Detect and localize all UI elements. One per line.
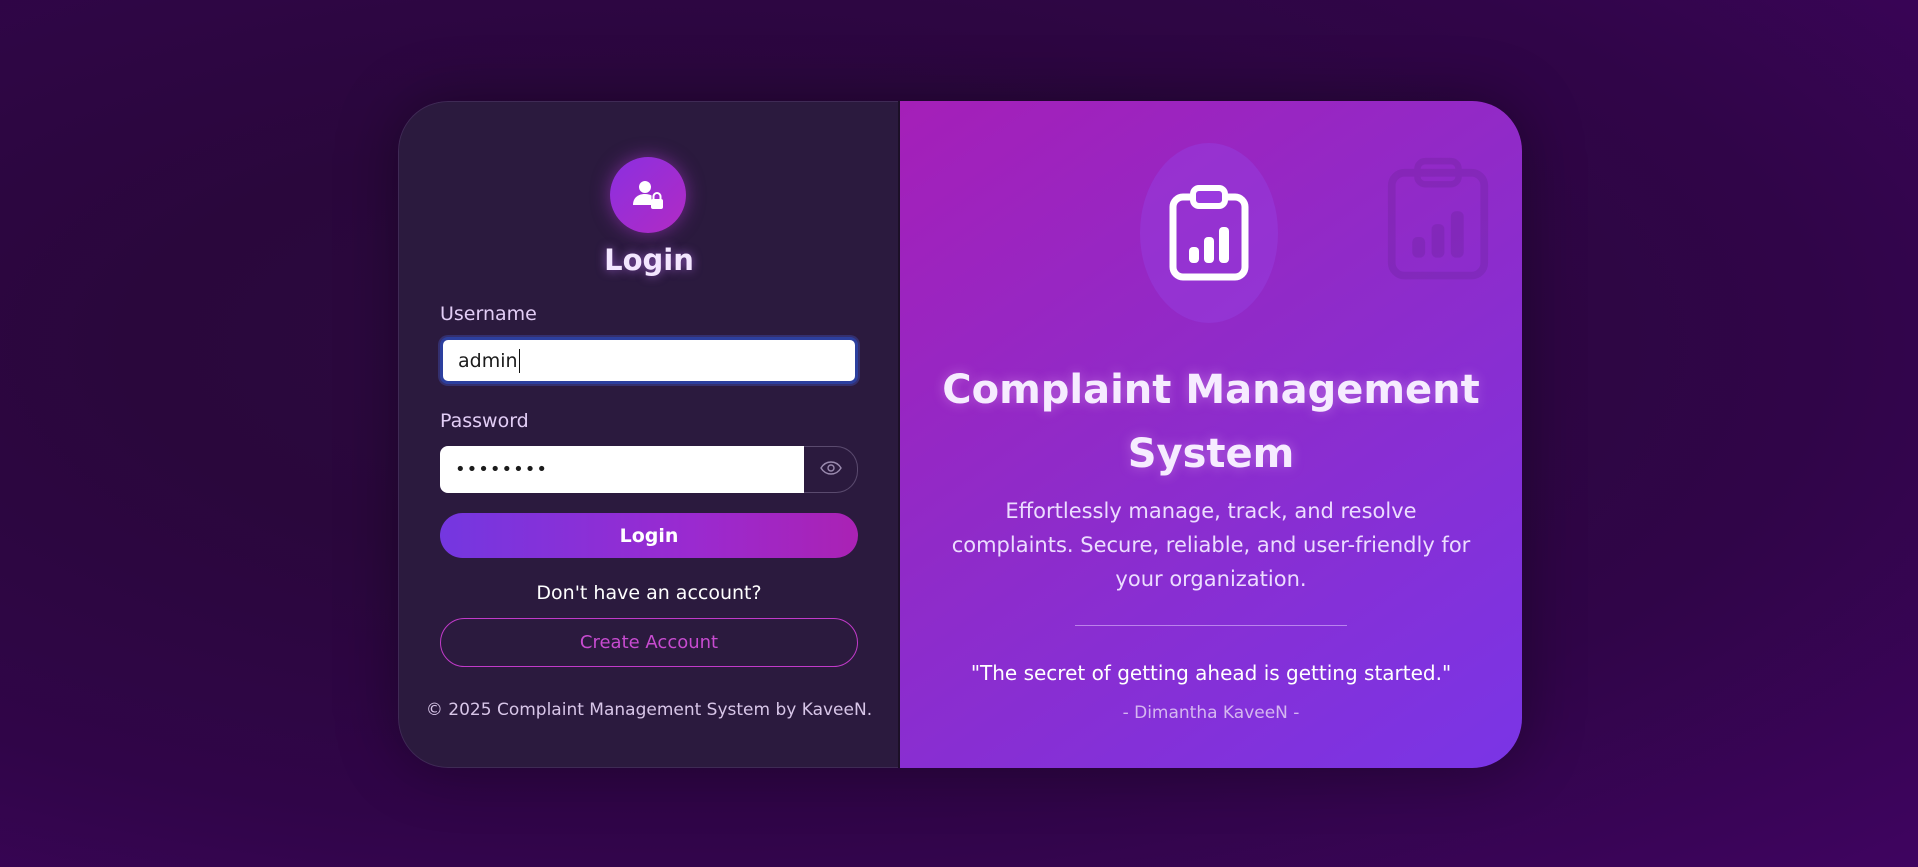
login-card: Login Username admin Password •••••••• L… [398,101,1522,768]
hero-title-line1: Complaint Management [942,367,1480,413]
login-panel: Login Username admin Password •••••••• L… [398,101,898,768]
hero-panel: Complaint Management System Effortlessly… [898,101,1522,768]
hero-title: Complaint Management System [900,358,1522,486]
divider [1075,625,1347,626]
user-lock-icon [610,157,686,233]
quote-text: "The secret of getting ahead is getting … [970,661,1452,685]
password-value: •••••••• [455,459,548,480]
clipboard-chart-watermark-icon [1384,157,1492,285]
password-label: Password [440,410,529,432]
copyright-text: © 2025 Complaint Management System by Ka… [425,700,873,720]
no-account-text: Don't have an account? [536,582,762,604]
username-input[interactable]: admin [440,337,858,384]
hero-subtitle: Effortlessly manage, track, and resolve … [951,499,1471,591]
toggle-password-visibility-button[interactable] [804,446,858,493]
eye-icon [819,460,842,479]
password-input[interactable]: •••••••• [440,446,804,493]
clipboard-chart-icon [1140,143,1278,323]
quote-author: - Dimantha KaveeN - [1122,703,1300,723]
username-label: Username [440,303,537,325]
text-caret [518,348,520,373]
create-account-button[interactable]: Create Account [440,618,858,667]
login-button[interactable]: Login [440,513,858,558]
username-value: admin [458,349,518,372]
hero-title-line2: System [1127,431,1295,477]
login-title: Login [604,243,694,277]
